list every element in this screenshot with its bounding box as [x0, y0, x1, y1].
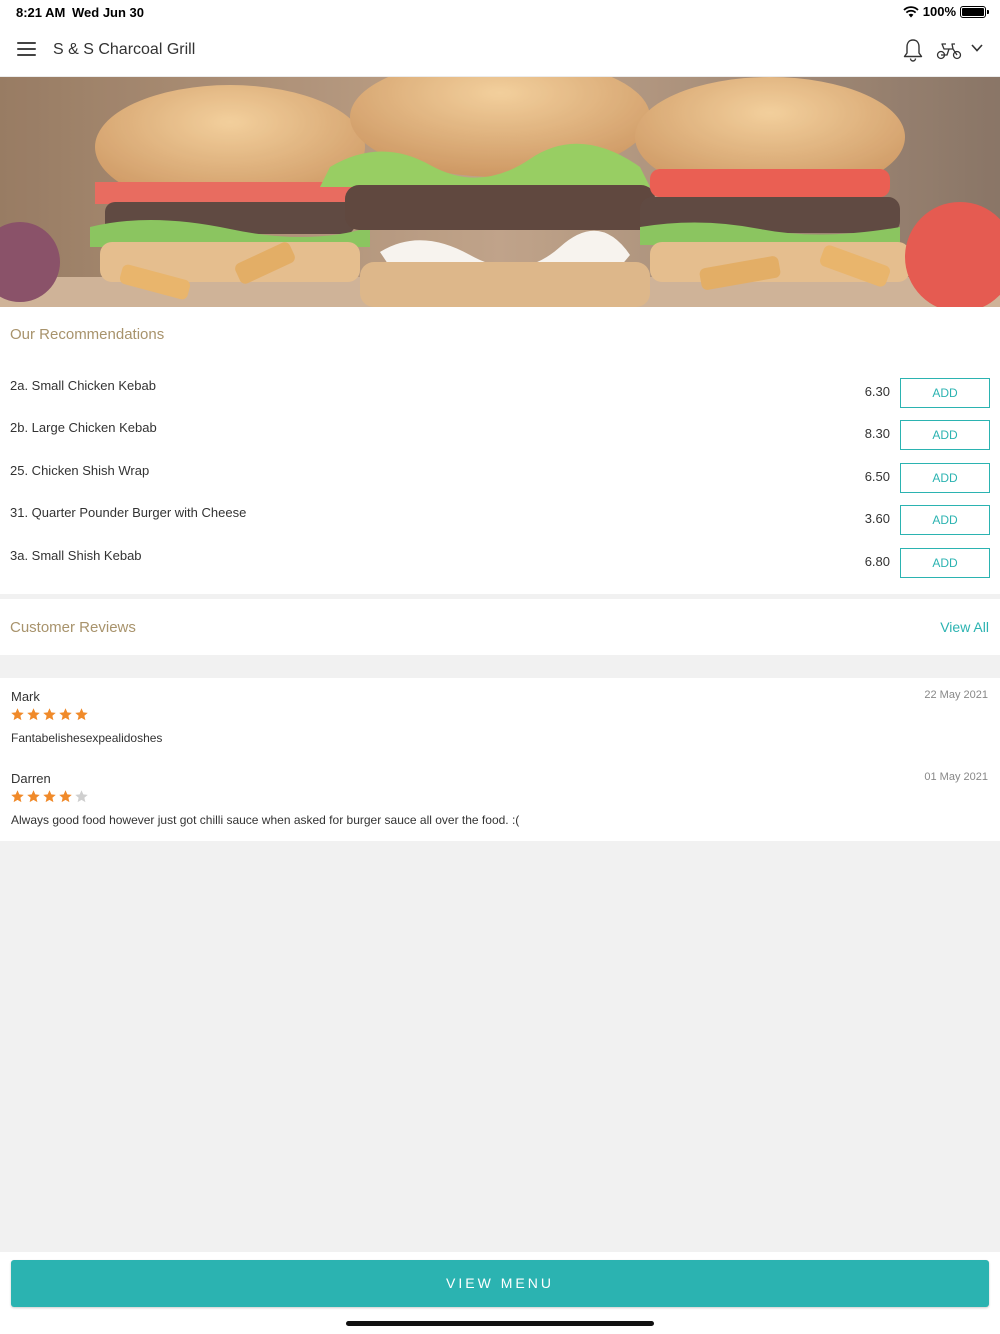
item-name: 2b. Large Chicken Kebab — [10, 420, 157, 435]
star-filled-icon — [27, 790, 40, 803]
battery-icon — [960, 5, 989, 18]
item-name: 25. Chicken Shish Wrap — [10, 463, 150, 478]
bottom-bar: VIEW MENU — [0, 1252, 1000, 1334]
item-price: 8.30 — [864, 426, 890, 441]
star-filled-icon — [59, 790, 72, 803]
home-indicator — [346, 1321, 654, 1326]
item-price: 6.80 — [864, 554, 890, 569]
review-date: 22 May 2021 — [924, 689, 988, 701]
add-button[interactable]: ADD — [900, 378, 990, 408]
item-name: 31. Quarter Pounder Burger with Cheese — [10, 505, 247, 520]
item-price: 6.50 — [864, 469, 890, 484]
item-price: 3.60 — [864, 511, 890, 526]
star-filled-icon — [75, 708, 88, 721]
hamburger-menu-icon[interactable] — [17, 42, 36, 56]
star-filled-icon — [11, 790, 24, 803]
item-name: 3a. Small Shish Kebab — [10, 548, 142, 563]
star-filled-icon — [43, 708, 56, 721]
star-filled-icon — [11, 708, 24, 721]
review-text: Always good food however just got chilli… — [11, 813, 520, 827]
item-price: 6.30 — [864, 384, 890, 399]
review-date: 01 May 2021 — [924, 771, 988, 783]
app-header: S & S Charcoal Grill — [0, 24, 1000, 77]
view-all-link[interactable]: View All — [940, 619, 989, 635]
star-rating — [10, 789, 89, 804]
status-date: Wed Jun 30 — [72, 5, 145, 20]
recommendation-item: 25. Chicken Shish Wrap 6.50 ADD — [0, 463, 1000, 493]
reviews-header: Customer Reviews View All — [0, 599, 1000, 655]
status-time: 8:21 AM — [16, 5, 66, 20]
item-name: 2a. Small Chicken Kebab — [10, 378, 156, 393]
recommendation-item: 2b. Large Chicken Kebab 8.30 ADD — [0, 420, 1000, 450]
recommendation-item: 31. Quarter Pounder Burger with Cheese 3… — [0, 505, 1000, 535]
scooter-icon[interactable] — [936, 40, 962, 60]
recommendations-section: Our Recommendations 2a. Small Chicken Ke… — [0, 307, 1000, 594]
reviews-title: Customer Reviews — [10, 619, 136, 636]
recommendation-item: 2a. Small Chicken Kebab 6.30 ADD — [0, 378, 1000, 408]
add-button[interactable]: ADD — [900, 463, 990, 493]
add-button[interactable]: ADD — [900, 505, 990, 535]
review-text: Fantabelishesexpealidoshes — [11, 731, 163, 745]
star-filled-icon — [27, 708, 40, 721]
hero-banner-image — [0, 77, 1000, 307]
wifi-icon — [903, 5, 919, 17]
star-rating — [10, 707, 89, 722]
recommendation-item: 3a. Small Shish Kebab 6.80 ADD — [0, 548, 1000, 578]
star-empty-icon — [75, 790, 88, 803]
battery-percent: 100% — [922, 4, 956, 19]
star-filled-icon — [43, 790, 56, 803]
status-indicators: 100% — [903, 4, 989, 19]
add-button[interactable]: ADD — [900, 548, 990, 578]
review-item: Darren 01 May 2021 Always good food howe… — [0, 771, 1000, 841]
chevron-down-icon[interactable] — [971, 44, 983, 52]
star-filled-icon — [59, 708, 72, 721]
status-bar: 8:21 AM Wed Jun 30 100% — [0, 0, 1000, 24]
add-button[interactable]: ADD — [900, 420, 990, 450]
reviewer-name: Mark — [11, 689, 40, 704]
bell-icon[interactable] — [902, 38, 924, 62]
reviews-list: Mark 22 May 2021 Fantabelishesexpealidos… — [0, 678, 1000, 841]
recommendations-title: Our Recommendations — [10, 326, 165, 343]
reviewer-name: Darren — [11, 771, 51, 786]
review-item: Mark 22 May 2021 Fantabelishesexpealidos… — [0, 689, 1000, 759]
restaurant-name: S & S Charcoal Grill — [53, 41, 196, 58]
view-menu-button[interactable]: VIEW MENU — [11, 1260, 989, 1307]
